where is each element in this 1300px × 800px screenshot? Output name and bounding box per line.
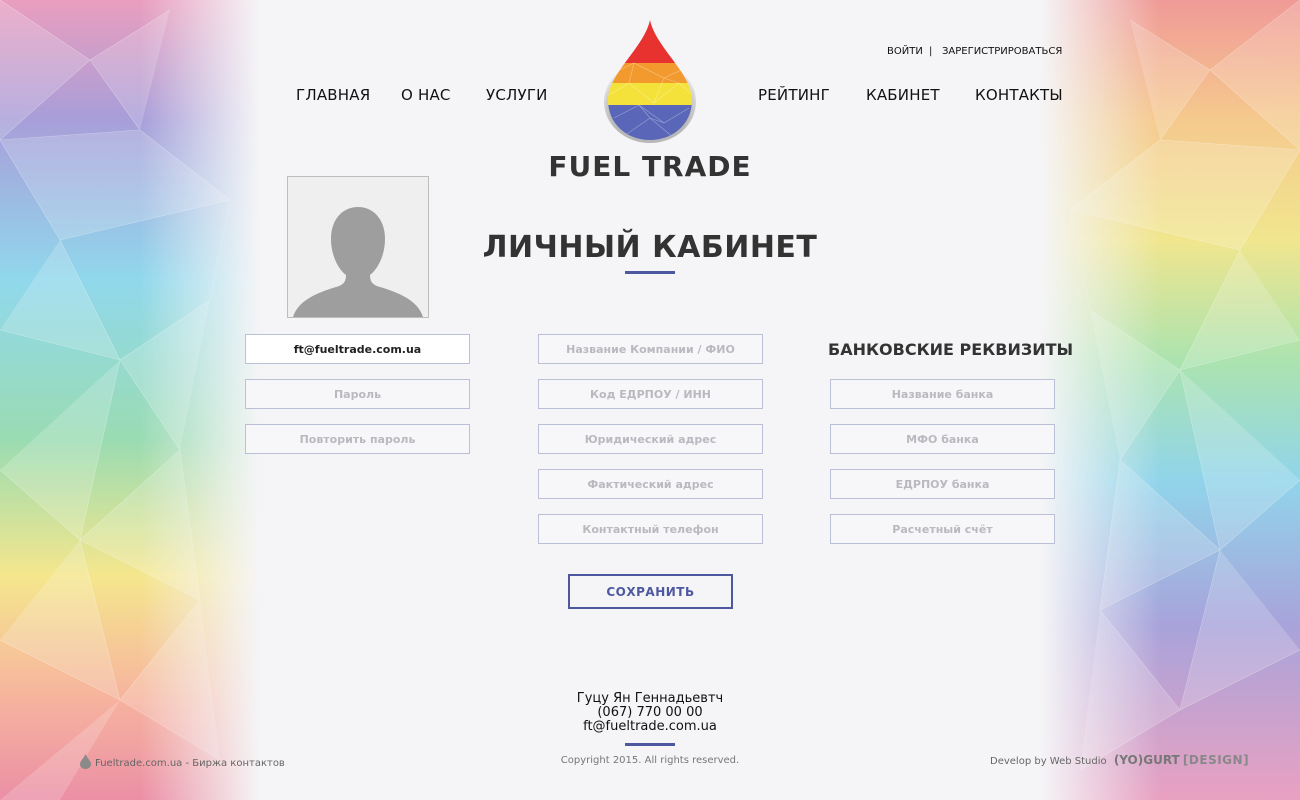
studio-logo-suffix: [DESIGN]: [1182, 753, 1250, 767]
edrpou-inn-field[interactable]: [538, 379, 763, 409]
decorative-polygon-background-right: [1040, 0, 1300, 800]
contact-underline: [625, 743, 675, 746]
login-link[interactable]: ВОЙТИ: [887, 46, 923, 57]
footer-site-link[interactable]: Fueltrade.com.ua - Биржа контактов: [80, 754, 285, 772]
nav-item-contacts[interactable]: КОНТАКТЫ: [975, 86, 1063, 104]
logo-text[interactable]: FUEL TRADE: [540, 150, 760, 183]
contact-email[interactable]: ft@fueltrade.com.ua: [500, 719, 800, 734]
drop-icon: [80, 754, 91, 772]
company-name-field[interactable]: [538, 334, 763, 364]
bank-name-field[interactable]: [830, 379, 1055, 409]
nav-item-cabinet[interactable]: КАБИНЕТ: [866, 86, 940, 104]
bank-details-heading: БАНКОВСКИЕ РЕКВИЗИТЫ: [828, 340, 1074, 359]
footer-copyright: Copyright 2015. All rights reserved.: [560, 755, 740, 766]
email-field[interactable]: [245, 334, 470, 364]
avatar[interactable]: [287, 176, 429, 318]
nav-item-services[interactable]: УСЛУГИ: [486, 86, 548, 104]
nav-item-about[interactable]: О НАС: [401, 86, 451, 104]
auth-separator: |: [929, 46, 933, 57]
register-link[interactable]: ЗАРЕГИСТРИРОВАТЬСЯ: [942, 46, 1062, 57]
contact-name: Гуцу Ян Геннадьевтч: [576, 691, 724, 706]
user-silhouette-icon: [293, 207, 423, 317]
legal-address-field[interactable]: [538, 424, 763, 454]
bank-edrpou-field[interactable]: [830, 469, 1055, 499]
nav-item-home[interactable]: ГЛАВНАЯ: [296, 86, 370, 104]
password-field[interactable]: [245, 379, 470, 409]
page-title: ЛИЧНЫЙ КАБИНЕТ: [482, 230, 818, 265]
footer-developer[interactable]: Develop by Web Studio (YO)GURT [DESIGN]: [990, 753, 1249, 767]
logo-drop-icon[interactable]: [604, 18, 696, 147]
actual-address-field[interactable]: [538, 469, 763, 499]
decorative-polygon-background-left: [0, 0, 260, 800]
studio-logo-text: (YO)GURT: [1113, 753, 1180, 767]
bank-mfo-field[interactable]: [830, 424, 1055, 454]
contact-phone: (067) 770 00 00: [597, 705, 703, 720]
save-button[interactable]: СОХРАНИТЬ: [568, 574, 733, 609]
title-underline: [625, 271, 675, 274]
contact-phone-field[interactable]: [538, 514, 763, 544]
nav-item-rating[interactable]: РЕЙТИНГ: [758, 86, 830, 104]
repeat-password-field[interactable]: [245, 424, 470, 454]
develop-by-text: Develop by Web Studio: [990, 756, 1107, 767]
bank-account-field[interactable]: [830, 514, 1055, 544]
footer-site-text: Fueltrade.com.ua - Биржа контактов: [95, 758, 285, 769]
